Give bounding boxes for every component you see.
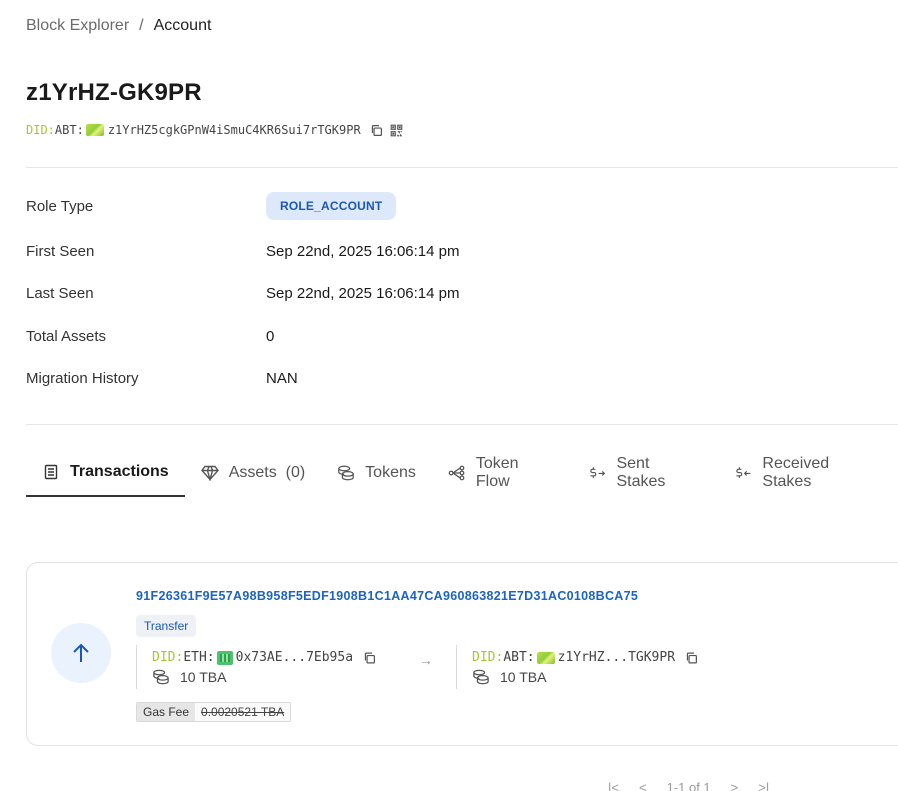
arrow-up-icon — [51, 623, 111, 683]
page-title: z1YrHZ-GK9PR — [26, 79, 202, 106]
pagination: |< < 1-1 of 1 > >| — [608, 780, 769, 791]
coins-icon — [472, 669, 490, 685]
copy-icon[interactable] — [370, 123, 384, 137]
tab-tokens[interactable]: Tokens — [321, 455, 432, 491]
receiver-amount: 10 TBA — [472, 669, 698, 685]
page-range: 1-1 of 1 — [666, 780, 711, 791]
qr-code-icon[interactable] — [390, 123, 404, 137]
copy-icon[interactable] — [685, 651, 698, 665]
sender-did: DID: ETH: 0x73AE...7Eb95a — [152, 650, 376, 665]
tab-label: Received Stakes — [762, 455, 830, 490]
did-value[interactable]: z1YrHZ5cgkGPnW4iSmuC4KR6Sui7rTGK9PR — [108, 123, 361, 137]
receiver-did: DID: ABT: z1YrHZ...TGK9PR — [472, 650, 698, 665]
list-icon — [42, 463, 60, 481]
tab-token-flow[interactable]: Token Flow — [432, 455, 573, 491]
tab-bar: Transactions Assets (0) Tokens Token Flo… — [26, 455, 898, 497]
info-label: Total Assets — [26, 328, 107, 345]
info-value: 0 — [266, 328, 275, 345]
tab-label: Tokens — [365, 464, 416, 481]
tab-label: Token Flow — [475, 455, 519, 490]
receiver-address-link[interactable]: z1YrHZ...TGK9PR — [558, 650, 675, 665]
info-label: Role Type — [26, 197, 94, 215]
did-prefix: DID: — [152, 650, 184, 665]
info-row-first-seen: First Seen Sep 22nd, 2025 16:06:14 pm — [26, 243, 460, 260]
gas-fee-label: Gas Fee — [137, 703, 196, 721]
eth-avatar-icon — [216, 650, 233, 665]
did-chain: ETH: — [183, 650, 215, 665]
did-prefix: DID: — [26, 123, 55, 137]
did-chain: ABT: — [54, 123, 84, 137]
first-page-button[interactable]: |< — [608, 780, 619, 791]
tab-sent-stakes[interactable]: Sent Stakes — [572, 455, 718, 491]
transaction-type-badge: Transfer — [136, 615, 197, 637]
transaction-hash-link[interactable]: 91F26361F9E57A98B958F5EDF1908B1C1AA47CA9… — [136, 589, 638, 603]
tab-label: Transactions — [70, 463, 169, 480]
dollar-out-icon — [588, 464, 606, 482]
info-row-total-assets: Total Assets 0 — [26, 328, 274, 345]
divider — [26, 167, 898, 168]
info-label: Migration History — [26, 370, 139, 387]
gas-fee: Gas Fee 0.0020521 TBA — [136, 702, 292, 722]
coins-icon — [152, 669, 170, 685]
breadcrumb-separator: / — [139, 17, 144, 34]
info-row-role-type: Role Type ROLE_ACCOUNT — [26, 192, 397, 220]
last-page-button[interactable]: >| — [758, 780, 769, 791]
sender-address-link[interactable]: 0x73AE...7Eb95a — [236, 650, 353, 665]
transaction-receiver: DID: ABT: z1YrHZ...TGK9PR 10 TBA — [456, 645, 698, 689]
breadcrumb: Block Explorer / Account — [26, 17, 211, 35]
coins-icon — [337, 464, 355, 482]
info-value: Sep 22nd, 2025 16:06:14 pm — [266, 243, 460, 260]
info-row-last-seen: Last Seen Sep 22nd, 2025 16:06:14 pm — [26, 285, 460, 302]
did-chain: ABT: — [503, 650, 535, 665]
gas-fee-value: 0.0020521 TBA — [195, 703, 291, 721]
flow-icon — [448, 464, 466, 482]
info-row-migration-history: Migration History NAN — [26, 370, 298, 387]
role-badge: ROLE_ACCOUNT — [266, 192, 397, 220]
transaction-card[interactable]: 91F26361F9E57A98B958F5EDF1908B1C1AA47CA9… — [26, 562, 898, 746]
breadcrumb-block-explorer-link[interactable]: Block Explorer — [26, 17, 129, 35]
divider — [26, 424, 898, 425]
tab-assets[interactable]: Assets (0) — [185, 455, 321, 491]
copy-icon[interactable] — [363, 651, 376, 665]
did-avatar-icon — [85, 124, 104, 136]
next-page-button[interactable]: > — [731, 780, 739, 791]
dollar-in-icon — [734, 464, 752, 482]
info-label: First Seen — [26, 243, 95, 260]
info-value: NAN — [266, 370, 298, 387]
arrow-right-icon: → — [419, 652, 433, 668]
info-label: Last Seen — [26, 285, 94, 302]
prev-page-button[interactable]: < — [639, 780, 647, 791]
account-did: DID: ABT: z1YrHZ5cgkGPnW4iSmuC4KR6Sui7rT… — [26, 123, 404, 137]
tab-label: Assets (0) — [228, 464, 306, 481]
abt-avatar-icon — [536, 651, 555, 664]
tab-label: Sent Stakes — [616, 455, 666, 490]
amount-value: 10 TBA — [180, 669, 227, 685]
amount-value: 10 TBA — [500, 669, 547, 685]
transaction-sender: DID: ETH: 0x73AE...7Eb95a 10 TBA — [136, 645, 376, 689]
tab-received-stakes[interactable]: Received Stakes — [718, 455, 898, 491]
did-prefix: DID: — [472, 650, 504, 665]
tab-transactions[interactable]: Transactions — [26, 455, 185, 497]
diamond-icon — [200, 464, 219, 482]
breadcrumb-current: Account — [153, 17, 212, 34]
sender-amount: 10 TBA — [152, 669, 376, 685]
info-value: Sep 22nd, 2025 16:06:14 pm — [266, 285, 460, 302]
